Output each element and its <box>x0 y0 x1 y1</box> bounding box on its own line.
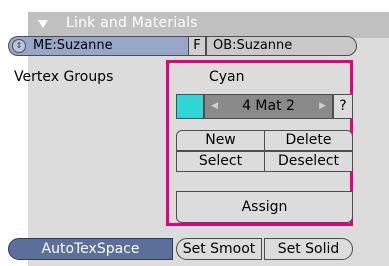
material-index-label: 4 Mat 2 <box>242 98 295 114</box>
material-color-swatch[interactable] <box>176 94 204 119</box>
browse-arrows-icon[interactable]: ⇕ <box>12 39 26 53</box>
assign-button[interactable]: Assign <box>176 191 353 223</box>
mesh-name[interactable]: ME:Suzanne <box>33 37 113 55</box>
vertex-groups-label: Vertex Groups <box>14 69 114 85</box>
increment-arrow-icon[interactable]: ▶ <box>319 95 326 118</box>
autotexspace-toggle[interactable]: AutoTexSpace <box>8 238 173 260</box>
panel-header[interactable]: Link and Materials <box>28 12 389 38</box>
set-solid-button[interactable]: Set Solid <box>264 238 353 260</box>
fake-user-button[interactable]: F <box>189 36 206 56</box>
object-name-field[interactable]: OB:Suzanne <box>206 36 357 56</box>
material-name: Cyan <box>209 69 245 85</box>
set-smooth-button[interactable]: Set Smoot <box>176 238 262 260</box>
object-name[interactable]: OB:Suzanne <box>213 37 292 55</box>
select-button[interactable]: Select <box>176 151 265 172</box>
delete-button[interactable]: Delete <box>264 130 353 151</box>
deselect-button[interactable]: Deselect <box>264 151 353 172</box>
new-button[interactable]: New <box>176 130 265 151</box>
collapse-triangle-icon[interactable] <box>38 20 48 28</box>
decrement-arrow-icon[interactable]: ◀ <box>211 95 218 118</box>
material-index-field[interactable]: ◀ 4 Mat 2 ▶ <box>204 94 333 119</box>
mesh-datablock-field[interactable]: ⇕ ME:Suzanne <box>8 36 189 56</box>
help-button[interactable]: ? <box>333 94 353 119</box>
panel-title: Link and Materials <box>66 15 198 31</box>
